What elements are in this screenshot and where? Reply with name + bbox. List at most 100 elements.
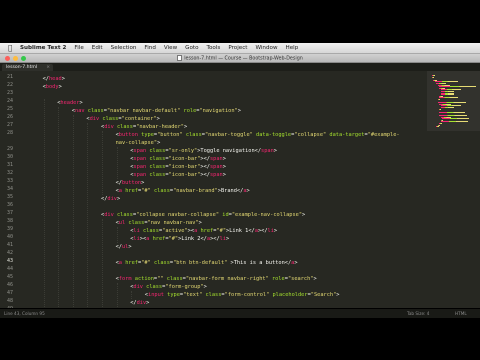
code-line[interactable]: </head>: [43, 75, 65, 83]
code-token: class: [128, 220, 145, 226]
apple-icon[interactable]: : [8, 44, 14, 52]
code-token: >: [302, 212, 306, 218]
menu-item-view[interactable]: View: [164, 45, 177, 51]
code-line[interactable]: <a href="#" class="btn btn-default" >Thi…: [116, 259, 298, 267]
code-token: href: [152, 236, 166, 242]
code-token: "sr-only": [168, 148, 198, 154]
line-number: 38: [6, 218, 13, 224]
code-line[interactable]: </button>: [116, 179, 145, 187]
code-editor[interactable]: 21 22 23 24 25 26 27 28 29 30 31 32 33 34 35 36 37 38 39 40…: [0, 71, 427, 308]
code-token: class: [146, 284, 163, 290]
code-line[interactable]: <a href="#" class="navbar-brand">Brand</…: [116, 187, 250, 195]
menu-item-find[interactable]: Find: [144, 45, 155, 51]
code-line[interactable]: <nav class="navbar navbar-default" role=…: [72, 107, 241, 115]
code-line[interactable]: <header>: [57, 99, 83, 107]
code-token: span: [209, 172, 223, 178]
line-number: 36: [6, 202, 13, 208]
line-number: 23: [6, 90, 13, 96]
document-icon: [177, 55, 183, 61]
line-number-gutter: 21 22 23 24 25 26 27 28 29 30 31 32 33 34 35 36 37 38 39 40…: [0, 71, 21, 308]
tab-bar: lesson-7.html ×: [0, 63, 480, 71]
menu-item-edit[interactable]: Edit: [92, 45, 103, 51]
code-token: ></: [257, 228, 268, 234]
code-line[interactable]: <div class="navbar-header">: [101, 123, 187, 131]
indent-guide: [116, 227, 118, 243]
code-token: head: [48, 76, 62, 82]
code-token: >: [146, 300, 150, 306]
line-number: 34: [6, 186, 13, 192]
code-token: div: [136, 300, 147, 306]
code-token: "navbar-brand": [173, 188, 218, 194]
code-line[interactable]: <span class="icon-bar"></span>: [130, 155, 226, 163]
code-token: >: [222, 172, 226, 178]
code-token: >: [237, 108, 241, 114]
menu-item-project[interactable]: Project: [228, 45, 247, 51]
line-number: 40: [6, 234, 13, 240]
code-token: "navbar-header": [136, 124, 184, 130]
minimap[interactable]: [427, 71, 480, 308]
code-line[interactable]: <span class="sr-only">Toggle navigation<…: [130, 147, 277, 155]
code-line[interactable]: <form action="" class="navbar-form navba…: [116, 275, 317, 283]
code-line[interactable]: <button type="button" class="navbar-togg…: [116, 131, 400, 139]
code-token: >: [116, 196, 121, 202]
code-token: >: [246, 188, 250, 194]
code-token: >: [61, 76, 65, 82]
tab-lesson-7[interactable]: lesson-7.html ×: [2, 64, 54, 71]
close-icon[interactable]: ×: [46, 64, 50, 71]
menu-item-selection[interactable]: Selection: [111, 45, 137, 51]
code-token: span: [133, 148, 147, 154]
code-line[interactable]: <span class="icon-bar"></span>: [130, 163, 226, 171]
code-token: class: [116, 212, 133, 218]
menu-item-goto[interactable]: Goto: [185, 45, 198, 51]
code-line[interactable]: <body>: [43, 83, 62, 91]
indent-guide: [102, 219, 103, 308]
code-token: class: [205, 292, 222, 298]
code-line[interactable]: </div>: [101, 195, 120, 203]
indent-guide: [72, 115, 74, 308]
code-line[interactable]: </ul>: [116, 243, 132, 251]
line-number: 27: [6, 122, 13, 128]
code-line[interactable]: </div>: [130, 299, 149, 307]
code-token: "form-control": [224, 292, 270, 298]
code-token: >: [198, 220, 202, 226]
code-token: >: [273, 228, 278, 234]
code-token: role: [271, 276, 285, 282]
cursor-position: Line 43, Column 95: [4, 311, 45, 316]
code-token: "#": [141, 188, 151, 194]
line-number: 45: [6, 274, 13, 280]
code-line[interactable]: <div class="container">: [86, 115, 159, 123]
menu-item-window[interactable]: Window: [255, 45, 277, 51]
code-line[interactable]: <div class="collapse navbar-collapse" id…: [101, 211, 305, 219]
indent-guide: [131, 291, 133, 299]
code-token: span: [209, 164, 223, 170]
code-token: body: [45, 84, 59, 90]
code-token: Toggle navigation: [200, 148, 255, 154]
line-number: 21: [6, 74, 13, 80]
code-line[interactable]: <ul class="nav navbar-nav">: [116, 219, 202, 227]
indentation-setting[interactable]: Tab Size: 4: [407, 309, 429, 318]
menu-item-help[interactable]: Help: [286, 45, 299, 51]
code-line[interactable]: <li class="active"><a href="#">Link 1</a…: [130, 227, 277, 235]
code-token: "#": [168, 236, 179, 242]
syntax-mode[interactable]: HTML: [455, 309, 467, 318]
code-line[interactable]: <span class="icon-bar"></span>: [130, 171, 226, 179]
code-token: "collapse": [294, 132, 327, 138]
code-token: >: [273, 148, 277, 154]
code-line[interactable]: <div class="form-group">: [130, 283, 207, 291]
code-token: class: [185, 132, 202, 138]
code-line[interactable]: <li><a href="#">Link 2</a></li>: [130, 235, 229, 243]
code-token: span: [261, 148, 274, 154]
menu-item-tools[interactable]: Tools: [207, 45, 221, 51]
minimap-line: [439, 108, 442, 110]
line-number: 44: [6, 266, 13, 272]
code-token: data-target: [329, 132, 365, 138]
menu-item-file[interactable]: File: [74, 45, 83, 51]
code-line[interactable]: <input type="text" class="form-control" …: [145, 291, 340, 299]
code-line[interactable]: nav-collapse">: [116, 139, 161, 147]
window-title-bar[interactable]: lesson-7.html — Course — Bootstrap-Web-D…: [0, 54, 480, 63]
menu-item-app[interactable]: Sublime Text 2: [20, 45, 66, 51]
code-token: data-toggle: [256, 132, 292, 138]
line-number: 33: [6, 178, 13, 184]
minimap-line: [442, 118, 470, 120]
code-token: href: [125, 260, 138, 266]
